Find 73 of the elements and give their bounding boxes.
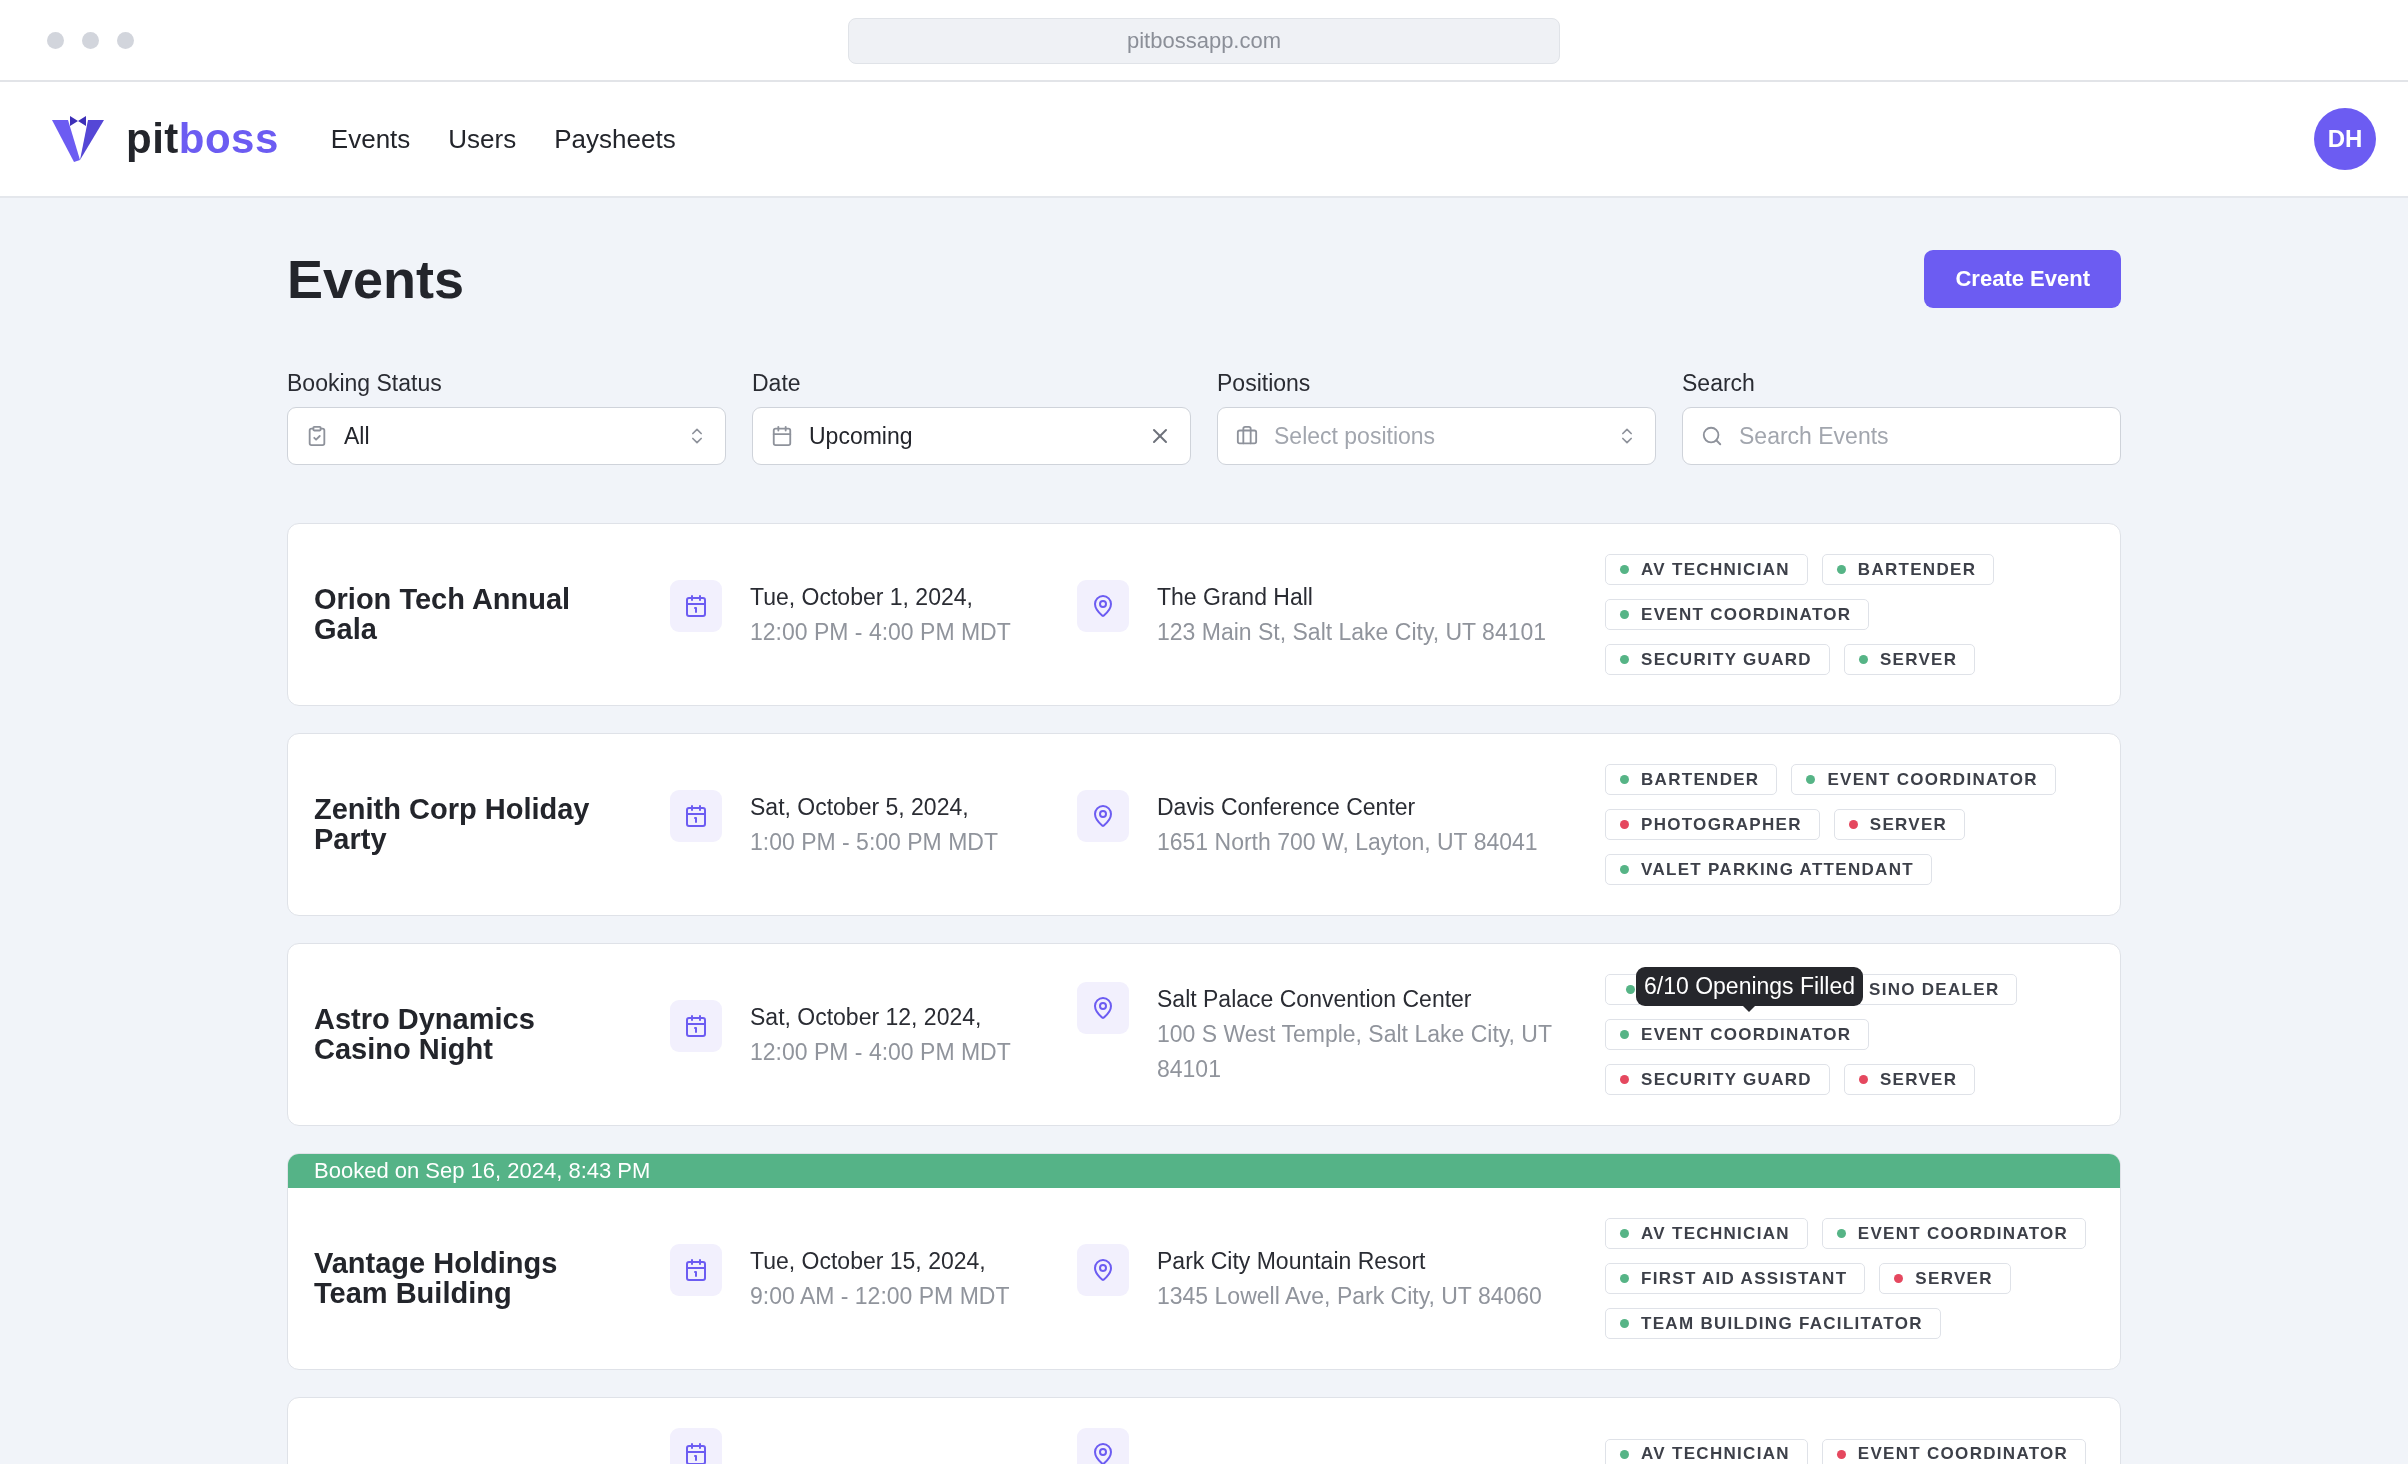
nav-link[interactable]: Events <box>330 123 411 155</box>
brand-wordmark[interactable]: pitboss <box>126 115 279 163</box>
event-time: 9:00 AM - 12:00 PM MDT <box>750 1281 1011 1311</box>
event-date: Tue, October 15, 2024, <box>750 1246 987 1276</box>
position-tag: SERVER <box>1879 1263 2011 1294</box>
venue-name: Salt Palace Convention Center <box>1157 985 1473 1014</box>
tooltip: 6/10 Openings Filled <box>1636 967 1863 1012</box>
filter-select[interactable]: All <box>287 407 726 465</box>
position-tag: SERVER <box>1833 809 1966 840</box>
event-time: 1:00 PM - 5:00 PM MDT <box>750 827 999 857</box>
position-tag: BARTENDER <box>1605 764 1778 795</box>
event-date: Tue, October 1, 2024, <box>750 582 974 612</box>
position-tag: BARTENDER <box>1821 554 1995 585</box>
venue-name: Park City Mountain Resort <box>1157 1246 1427 1276</box>
event-card[interactable] <box>287 943 2121 1126</box>
booked-banner: Booked on Sep 16, 2024, 8:43 PM <box>288 1154 2120 1188</box>
position-tag: EVENT COORDINATOR <box>1821 1218 2087 1249</box>
filter-label: Search <box>1682 370 1756 397</box>
nav-link[interactable]: Users <box>448 123 517 155</box>
venue-address: 1345 Lowell Ave, Park City, UT 84060 <box>1157 1281 1543 1311</box>
event-time: 12:00 PM - 4:00 PM MDT <box>750 617 1012 647</box>
event-date: Sat, October 12, 2024, <box>750 1002 983 1032</box>
event-title: Vantage Holdings Team Building <box>314 1248 559 1309</box>
event-card[interactable]: Orion Tech Annual Gala Tue, October 1, 2024, 12:00 PM - 4:00 PM MDT The Grand Hall 123 Main St, Salt Lake City, UT 84101 AV TECHNICIAN BARTENDER EVENT COORDINATOR SECURITY GUARD SERVER <box>287 523 2121 706</box>
location-pin-icon <box>1077 982 1129 1034</box>
position-tag: EVENT COORDINATOR <box>1821 1438 2087 1464</box>
position-tag: PHOTOGRAPHER <box>1605 809 1820 840</box>
calendar-icon <box>670 999 722 1052</box>
position-tag: SECURITY GUARD <box>1605 1064 1830 1095</box>
position-tag: EVENT COORDINATOR <box>1791 764 2056 795</box>
position-tag: VALET PARKING ATTENDANT <box>1605 854 1932 885</box>
filter-label: Positions <box>1217 370 1312 397</box>
calendar-icon <box>670 1243 722 1296</box>
event-card[interactable] <box>287 1153 2121 1370</box>
event-title: Orion Tech Annual Gala <box>314 584 572 645</box>
event-title: Zenith Corp Holiday Party <box>314 794 591 855</box>
calendar-icon <box>670 789 722 842</box>
venue-address: 100 S West Temple, Salt Lake City, UT 84101 <box>1157 1020 1553 1084</box>
event-time: 12:00 PM - 4:00 PM MDT <box>750 1037 1012 1067</box>
clipboard-icon <box>306 425 328 447</box>
location-pin-icon <box>1077 789 1129 842</box>
venue-name: Davis Conference Center <box>1157 792 1417 822</box>
event-card[interactable]: AV TECHNICIAN EVENT COORDINATOR <box>287 1397 2121 1464</box>
create-event-button[interactable]: Create Event <box>1924 250 2121 308</box>
event-card[interactable]: Zenith Corp Holiday Party Sat, October 5, 2024, 1:00 PM - 5:00 PM MDT Davis Conference Center 1651 North 700 W, Layton, UT 84041 BARTENDER EVENT COORDINATOR PHOTOGRAPHER SERVER VALET PARKING ATTENDANT <box>287 733 2121 916</box>
search-icon <box>1701 425 1723 447</box>
briefcase-icon <box>1236 425 1258 447</box>
position-tag: EVENT COORDINATOR <box>1605 599 1870 630</box>
venue-address: 123 Main St, Salt Lake City, UT 84101 <box>1157 617 1548 647</box>
position-tag: SERVER <box>1843 1064 1976 1095</box>
calendar-icon <box>670 579 722 632</box>
position-tag: TEAM BUILDING FACILITATOR <box>1605 1308 1941 1339</box>
location-pin-icon <box>1077 579 1129 632</box>
user-avatar[interactable]: DH <box>2314 108 2376 170</box>
calendar-icon <box>771 425 793 447</box>
filter-label: Date <box>752 370 802 397</box>
position-tag: AV TECHNICIAN <box>1605 554 1808 585</box>
nav-link[interactable]: Paysheets <box>554 123 676 155</box>
position-tag: FIRST AID ASSISTANT <box>1605 1263 1866 1294</box>
filter-select[interactable]: Upcoming <box>752 407 1191 465</box>
logo-icon <box>50 114 106 164</box>
page-title: Events <box>287 248 465 310</box>
event-title: Astro Dynamics Casino Night <box>314 1004 536 1065</box>
venue-address: 1651 North 700 W, Layton, UT 84041 <box>1157 827 1539 857</box>
venue-name: The Grand Hall <box>1157 582 1314 612</box>
filter-label: Booking Status <box>287 370 443 397</box>
position-tag: SERVER <box>1843 644 1976 675</box>
event-date: Sat, October 5, 2024, <box>750 792 970 822</box>
position-tag: EVENT COORDINATOR <box>1605 1019 1870 1050</box>
position-tag: AV TECHNICIAN <box>1605 1218 1808 1249</box>
position-tag: SECURITY GUARD <box>1605 644 1830 675</box>
location-pin-icon <box>1077 1243 1129 1296</box>
position-tag: AV TECHNICIAN <box>1605 1438 1808 1464</box>
